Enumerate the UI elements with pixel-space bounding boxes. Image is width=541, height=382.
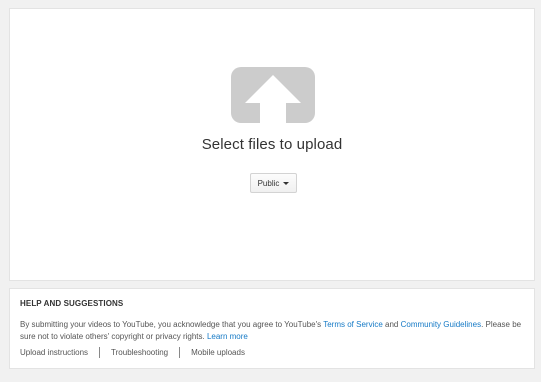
privacy-label: Public bbox=[257, 178, 280, 188]
help-heading: HELP AND SUGGESTIONS bbox=[20, 299, 124, 308]
upload-panel: Select files to upload Public bbox=[9, 8, 535, 281]
help-links: Upload instructions Troubleshooting Mobi… bbox=[20, 347, 245, 358]
privacy-dropdown-button[interactable]: Public bbox=[250, 173, 297, 193]
help-text-and: and bbox=[382, 320, 401, 329]
mobile-uploads-link[interactable]: Mobile uploads bbox=[191, 348, 245, 357]
help-panel: HELP AND SUGGESTIONS By submitting your … bbox=[9, 288, 535, 369]
upload-page: Select files to upload Public HELP AND S… bbox=[0, 0, 541, 382]
help-text-part-1: By submitting your videos to YouTube, yo… bbox=[20, 320, 324, 329]
help-text: By submitting your videos to YouTube, yo… bbox=[20, 319, 530, 343]
select-files-title: Select files to upload bbox=[201, 136, 343, 153]
community-guidelines-link[interactable]: Community Guidelines bbox=[401, 320, 481, 329]
troubleshooting-link[interactable]: Troubleshooting bbox=[111, 348, 168, 357]
terms-of-service-link[interactable]: Terms of Service bbox=[323, 320, 383, 329]
caret-down-icon bbox=[283, 181, 290, 185]
link-divider bbox=[179, 347, 181, 358]
upload-arrow-icon[interactable] bbox=[231, 67, 315, 123]
link-divider bbox=[99, 347, 101, 358]
learn-more-link[interactable]: Learn more bbox=[207, 332, 248, 341]
upload-instructions-link[interactable]: Upload instructions bbox=[20, 348, 88, 357]
